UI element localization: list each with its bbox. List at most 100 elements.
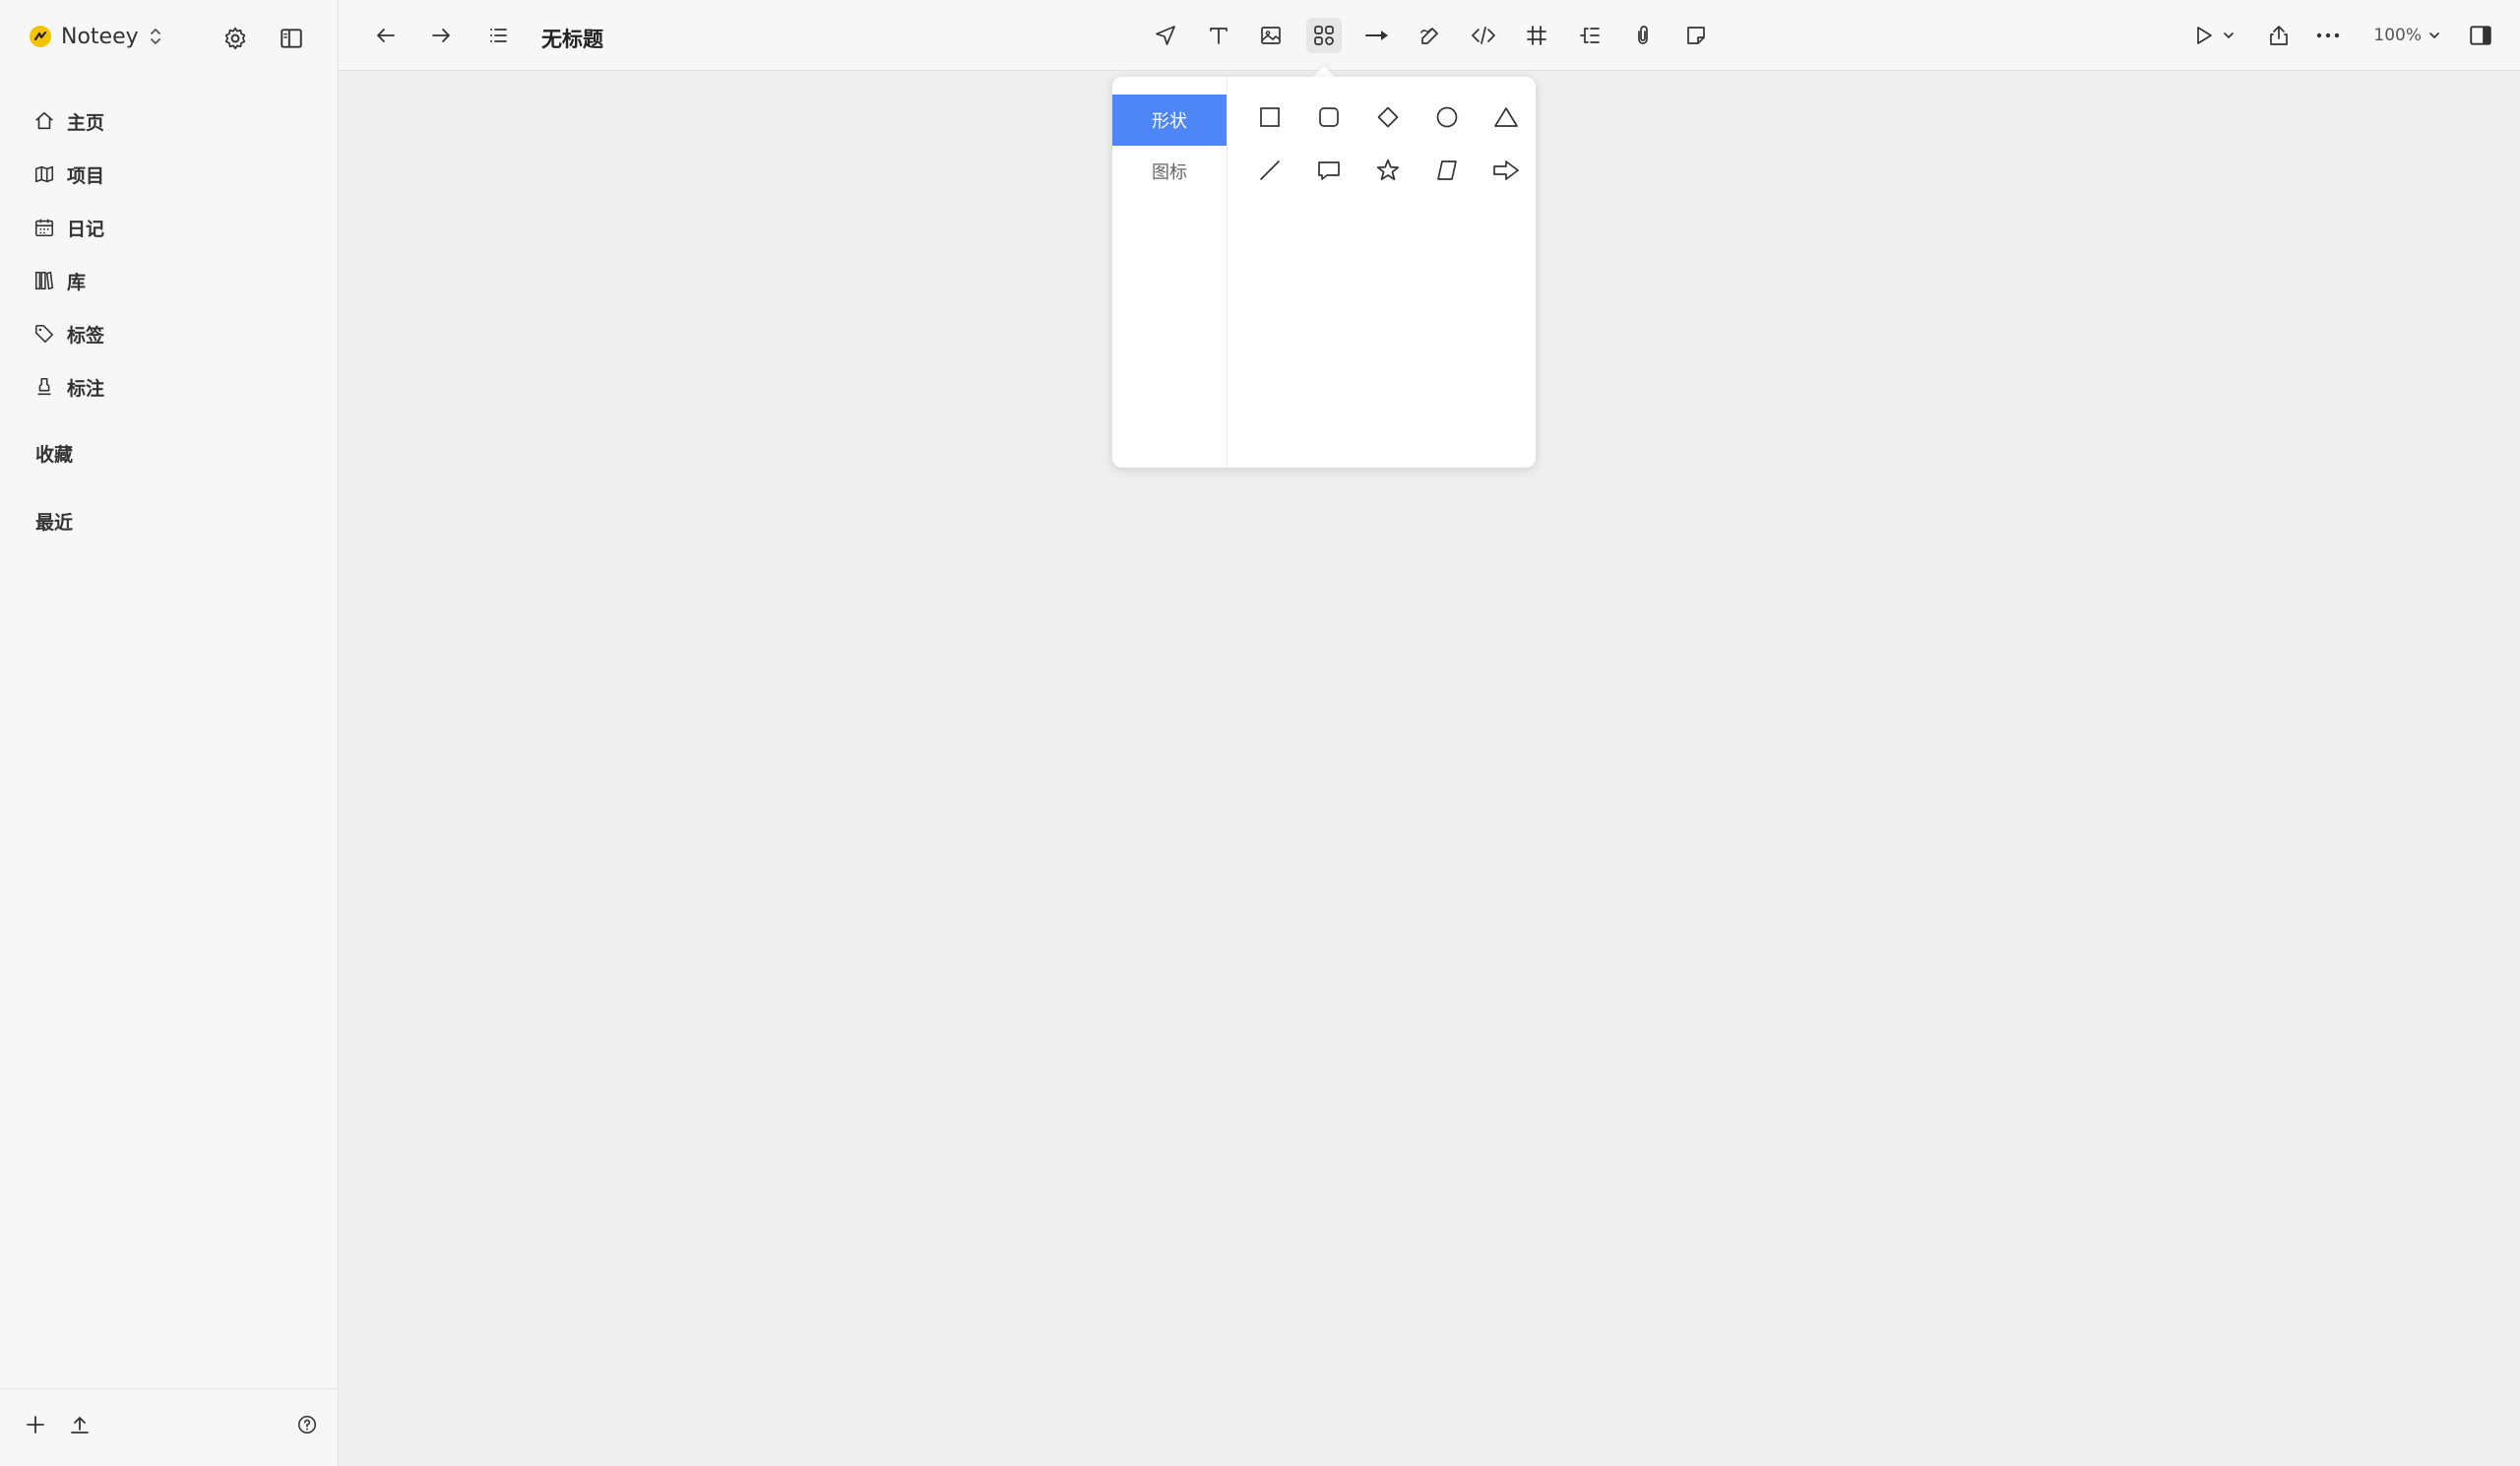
frame-tool-button[interactable] — [1519, 18, 1554, 53]
sidebar: Noteey 主页 项目 日记 库 标签 标注 收藏 最近 — [0, 0, 339, 1466]
page-title[interactable]: 无标题 — [541, 24, 603, 53]
tag-icon — [33, 323, 55, 345]
workspace-switcher[interactable]: Noteey — [30, 20, 162, 53]
connector-arrow-icon — [1364, 24, 1390, 47]
sidebar-item-label: 日记 — [67, 218, 105, 240]
sidebar-panel-icon — [279, 26, 304, 51]
code-icon — [1471, 24, 1496, 47]
shape-diamond[interactable] — [1358, 91, 1418, 144]
parallelogram-icon — [1435, 159, 1459, 182]
add-button[interactable] — [18, 1407, 53, 1442]
sidebar-item-label: 主页 — [67, 111, 105, 134]
shape-grid — [1240, 91, 1536, 197]
list-icon — [486, 24, 510, 47]
share-icon — [2267, 24, 2291, 47]
upload-icon — [68, 1413, 92, 1436]
arrow-right-icon — [429, 24, 453, 47]
sticky-note-icon — [1684, 24, 1708, 47]
recent-section[interactable]: 最近 — [35, 508, 73, 535]
triangle-icon — [1493, 105, 1519, 129]
more-button[interactable] — [2310, 18, 2346, 53]
calendar-icon — [33, 217, 55, 238]
image-tool-button[interactable] — [1253, 18, 1289, 53]
shape-rectangle[interactable] — [1240, 91, 1299, 144]
shape-star[interactable] — [1358, 144, 1418, 197]
attachment-tool-button[interactable] — [1625, 18, 1661, 53]
shape-arrow[interactable] — [1477, 144, 1536, 197]
back-button[interactable] — [368, 18, 404, 53]
tab-icons[interactable]: 图标 — [1112, 146, 1227, 197]
select-tool-button[interactable] — [1148, 18, 1183, 53]
toggle-right-panel-button[interactable] — [2463, 18, 2498, 53]
zoom-control[interactable]: 100% — [2373, 26, 2441, 45]
present-options-button[interactable] — [2219, 18, 2238, 53]
share-button[interactable] — [2261, 18, 2297, 53]
sidebar-item-label: 标签 — [67, 324, 105, 347]
outline-button[interactable] — [480, 18, 516, 53]
sidebar-item-library[interactable]: 库 — [33, 254, 104, 307]
shape-rounded-rectangle[interactable] — [1299, 91, 1358, 144]
text-tool-button[interactable] — [1201, 18, 1236, 53]
app-name: Noteey — [61, 24, 139, 49]
connector-tool-button[interactable] — [1359, 18, 1395, 53]
line-icon — [1258, 159, 1282, 182]
sidebar-item-tags[interactable]: 标签 — [33, 307, 104, 360]
help-button[interactable] — [289, 1407, 325, 1442]
right-panel-icon — [2468, 23, 2493, 48]
popover-divider — [1227, 77, 1228, 468]
sidebar-item-label: 项目 — [67, 164, 105, 187]
sidebar-nav: 主页 项目 日记 库 标签 标注 — [33, 95, 104, 414]
rounded-rectangle-icon — [1317, 105, 1341, 129]
sidebar-item-projects[interactable]: 项目 — [33, 148, 104, 201]
shapes-tool-button[interactable] — [1306, 18, 1342, 53]
arrow-left-icon — [374, 24, 398, 47]
mindmap-tool-button[interactable] — [1572, 18, 1607, 53]
circle-icon — [1435, 105, 1459, 129]
map-icon — [33, 163, 55, 185]
app-logo — [30, 26, 51, 47]
text-icon — [1207, 24, 1230, 47]
shape-parallelogram[interactable] — [1418, 144, 1477, 197]
shape-circle[interactable] — [1418, 91, 1477, 144]
help-icon — [296, 1414, 318, 1435]
frame-icon — [1525, 24, 1548, 47]
toggle-sidebar-button[interactable] — [275, 22, 308, 55]
select-arrow-icon — [1154, 24, 1177, 47]
favorites-section[interactable]: 收藏 — [35, 440, 73, 467]
plus-icon — [24, 1413, 47, 1436]
sidebar-item-label: 库 — [67, 271, 87, 293]
pen-tool-button[interactable] — [1413, 18, 1448, 53]
attachment-icon — [1631, 24, 1655, 47]
code-tool-button[interactable] — [1466, 18, 1501, 53]
block-arrow-icon — [1492, 159, 1520, 182]
shape-triangle[interactable] — [1477, 91, 1536, 144]
zoom-level: 100% — [2373, 26, 2422, 45]
shape-picker-popover: 形状 图标 — [1112, 77, 1536, 468]
top-toolbar: 无标题 100% — [339, 0, 2520, 71]
chevron-updown-icon — [149, 26, 162, 47]
pen-icon — [1418, 24, 1442, 47]
import-button[interactable] — [62, 1407, 97, 1442]
star-icon — [1375, 158, 1401, 183]
home-icon — [33, 110, 55, 132]
rectangle-icon — [1258, 105, 1282, 129]
more-horizontal-icon — [2314, 24, 2342, 47]
sidebar-item-annotations[interactable]: 标注 — [33, 360, 104, 414]
present-button[interactable] — [2186, 18, 2222, 53]
sticky-note-tool-button[interactable] — [1678, 18, 1714, 53]
shape-speech-bubble[interactable] — [1299, 144, 1358, 197]
mindmap-icon — [1578, 24, 1602, 47]
tab-shapes[interactable]: 形状 — [1112, 95, 1227, 146]
library-icon — [33, 270, 55, 291]
gear-icon — [222, 26, 248, 51]
sidebar-item-label: 标注 — [67, 377, 105, 400]
chevron-down-icon — [2222, 29, 2236, 42]
diamond-icon — [1376, 105, 1400, 129]
sidebar-item-journal[interactable]: 日记 — [33, 201, 104, 254]
forward-button[interactable] — [423, 18, 459, 53]
image-icon — [1259, 24, 1283, 47]
sidebar-item-home[interactable]: 主页 — [33, 95, 104, 148]
sidebar-footer — [0, 1388, 338, 1466]
shape-line[interactable] — [1240, 144, 1299, 197]
settings-button[interactable] — [219, 22, 252, 55]
